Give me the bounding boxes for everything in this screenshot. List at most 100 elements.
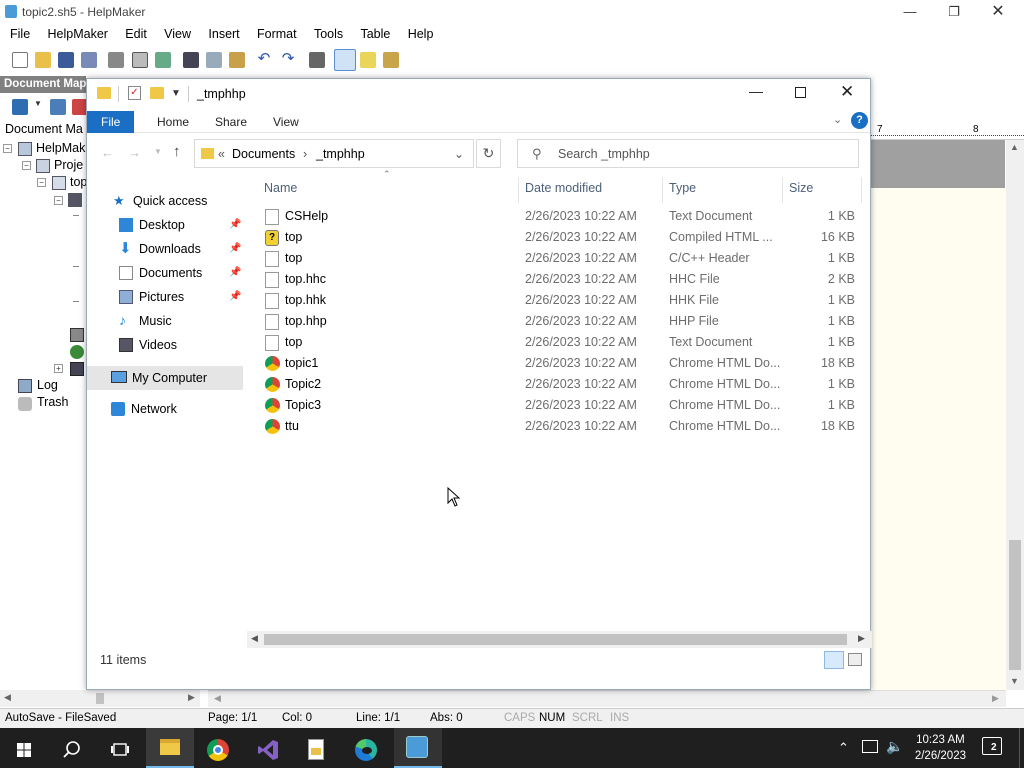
edge-taskbar-button[interactable] (344, 732, 388, 768)
file-row[interactable]: top.hhp 2/26/2023 10:22 AM HHP File 1 KB (261, 311, 861, 332)
column-size[interactable]: Size (789, 181, 813, 195)
visual-studio-taskbar-button[interactable] (246, 732, 290, 768)
nav-item-quick-access[interactable]: ★ Quick access (113, 191, 243, 213)
breadcrumb-tmphhp[interactable]: _tmphhp (316, 147, 365, 161)
breadcrumb-documents[interactable]: Documents (232, 147, 295, 161)
address-bar[interactable]: « Documents › _tmphhp ⌄ (194, 139, 474, 168)
menu-table[interactable]: Table (353, 24, 397, 44)
new-folder-icon[interactable] (150, 87, 164, 99)
scroll-up-icon[interactable]: ▲ (1010, 142, 1019, 152)
menu-view[interactable]: View (157, 24, 198, 44)
restore-button[interactable]: ❐ (940, 2, 968, 22)
nav-item-pictures[interactable]: Pictures 📌 (119, 287, 243, 309)
scroll-right-icon[interactable]: ▶ (992, 693, 999, 704)
search-placeholder[interactable]: Search _tmphhp (558, 147, 650, 161)
print-preview-icon[interactable] (132, 52, 148, 68)
volume-icon[interactable]: 🔈 (886, 738, 903, 755)
scroll-thumb[interactable] (264, 634, 847, 645)
spellcheck-icon[interactable] (155, 52, 171, 68)
tab-view[interactable]: View (259, 111, 313, 133)
minimize-button[interactable]: — (896, 2, 924, 22)
dropdown-arrow-icon[interactable]: ▼ (34, 99, 42, 115)
collapse-icon[interactable]: − (3, 144, 12, 153)
file-row[interactable]: ? top 2/26/2023 10:22 AM Compiled HTML .… (261, 227, 861, 248)
system-clock[interactable]: 10:23 AM 2/26/2023 (915, 732, 966, 764)
menu-edit[interactable]: Edit (118, 24, 154, 44)
tree-node-top[interactable]: top (70, 175, 87, 189)
file-row[interactable]: top.hhk 2/26/2023 10:22 AM HHK File 1 KB (261, 290, 861, 311)
tab-file[interactable]: File (87, 111, 135, 133)
editor-horizontal-scrollbar[interactable]: ◀ ▶ (208, 690, 1006, 707)
file-row[interactable]: Topic2 2/26/2023 10:22 AM Chrome HTML Do… (261, 374, 861, 395)
refresh-button[interactable]: ↻ (476, 139, 501, 168)
address-dropdown-icon[interactable]: ⌄ (454, 147, 464, 161)
scroll-thumb[interactable] (1009, 540, 1021, 670)
copy-icon[interactable] (206, 52, 222, 68)
undo-icon[interactable]: ↶ (256, 51, 272, 68)
scroll-left-icon[interactable]: ◀ (251, 633, 258, 644)
expand-ribbon-icon[interactable]: ⌄ (833, 113, 842, 126)
task-view-icon[interactable] (98, 732, 142, 768)
column-separator[interactable] (518, 177, 519, 203)
cut-icon[interactable] (183, 52, 199, 68)
help-icon[interactable]: ? (851, 112, 868, 129)
edit-topic-icon[interactable] (50, 99, 66, 115)
helpmaker-taskbar-button[interactable] (394, 728, 442, 768)
column-separator[interactable] (861, 177, 862, 203)
scroll-thumb[interactable] (96, 693, 104, 704)
file-row[interactable]: CSHelp 2/26/2023 10:22 AM Text Document … (261, 206, 861, 227)
scroll-right-icon[interactable]: ▶ (188, 692, 195, 703)
collapse-icon[interactable]: − (22, 161, 31, 170)
search-icon[interactable] (50, 732, 94, 768)
nav-item-network[interactable]: Network (111, 399, 241, 421)
network-status-icon[interactable] (862, 740, 878, 753)
explorer-maximize-button[interactable] (795, 87, 806, 98)
close-button[interactable]: ✕ (984, 2, 1012, 22)
tree-horizontal-scrollbar[interactable]: ◀ ▶ (0, 690, 200, 707)
address-prefix[interactable]: « (218, 147, 225, 161)
forward-icon[interactable]: → (128, 145, 141, 160)
open-icon[interactable] (35, 52, 51, 68)
editor-vertical-scrollbar[interactable]: ▲ ▼ (1006, 140, 1024, 690)
menu-format[interactable]: Format (250, 24, 304, 44)
nav-item-music[interactable]: ♪ Music (119, 311, 243, 333)
tab-share[interactable]: Share (201, 111, 261, 133)
explorer-close-button[interactable]: ✕ (840, 82, 854, 102)
menu-help[interactable]: Help (401, 24, 441, 44)
file-row[interactable]: top.hhc 2/26/2023 10:22 AM HHC File 2 KB (261, 269, 861, 290)
properties-icon[interactable] (309, 52, 325, 68)
column-separator[interactable] (782, 177, 783, 203)
nav-item-my-computer[interactable]: My Computer (87, 366, 243, 390)
menu-file[interactable]: File (0, 24, 37, 44)
show-desktop-button[interactable] (1019, 728, 1024, 768)
menu-insert[interactable]: Insert (201, 24, 246, 44)
file-row[interactable]: ttu 2/26/2023 10:22 AM Chrome HTML Do...… (261, 416, 861, 437)
windows-start-icon[interactable] (2, 732, 46, 768)
nav-item-downloads[interactable]: ⬇ Downloads 📌 (119, 239, 243, 261)
show-hidden-icons-icon[interactable]: ⌃ (838, 740, 849, 756)
tree-node-trash[interactable]: Trash (37, 395, 69, 409)
file-list-horizontal-scrollbar[interactable]: ◀ ▶ (247, 631, 872, 648)
expand-icon[interactable]: + (54, 364, 63, 373)
details-view-icon[interactable] (824, 651, 844, 669)
editor-area[interactable] (871, 122, 1024, 690)
up-icon[interactable]: ↑ (173, 143, 181, 160)
save-all-icon[interactable] (81, 52, 97, 68)
nav-item-desktop[interactable]: Desktop 📌 (119, 215, 243, 237)
tab-home[interactable]: Home (143, 111, 203, 133)
file-row[interactable]: topic1 2/26/2023 10:22 AM Chrome HTML Do… (261, 353, 861, 374)
column-separator[interactable] (662, 177, 663, 203)
nav-item-videos[interactable]: Videos (119, 335, 243, 357)
properties-icon[interactable]: ✓ (128, 86, 141, 100)
notifications-icon[interactable]: 2 (982, 737, 1002, 755)
pin-icon[interactable]: 📌 (229, 267, 241, 278)
collapse-icon[interactable]: − (54, 196, 63, 205)
scroll-left-icon[interactable]: ◀ (4, 692, 11, 703)
redo-icon[interactable]: ↷ (280, 51, 296, 68)
print-icon[interactable] (108, 52, 124, 68)
chrome-taskbar-button[interactable] (196, 732, 240, 768)
customize-toolbar-icon[interactable]: ▼ (171, 88, 181, 99)
help-icon[interactable] (360, 52, 376, 68)
tree-node-log[interactable]: Log (37, 378, 58, 392)
pin-icon[interactable]: 📌 (229, 243, 241, 254)
